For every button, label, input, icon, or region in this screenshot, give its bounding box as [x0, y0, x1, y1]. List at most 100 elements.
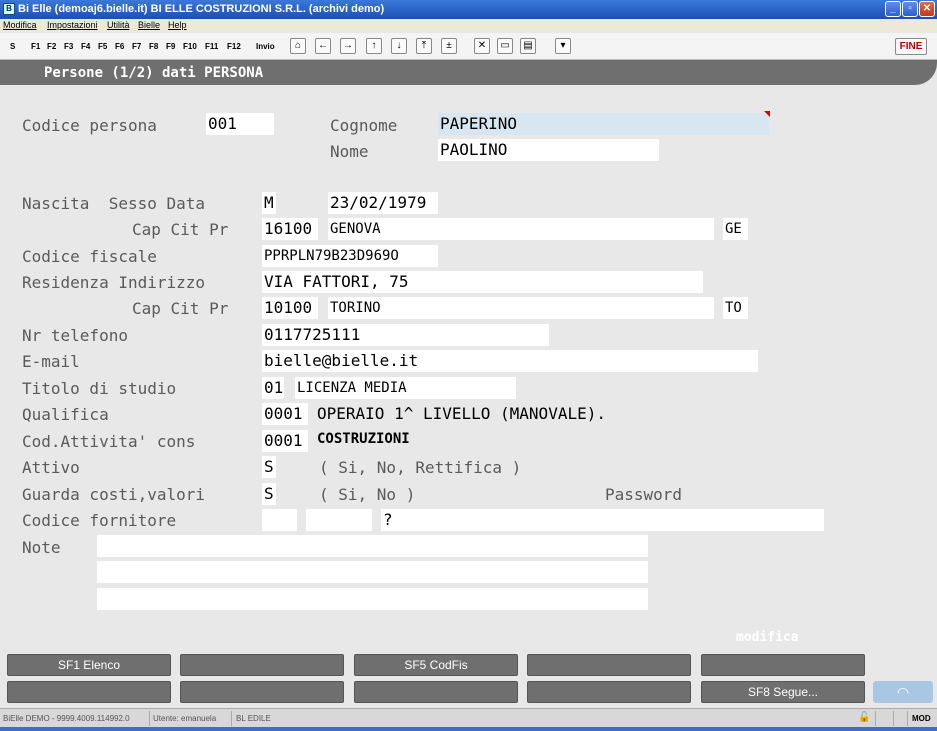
key-f12[interactable]: F12	[227, 42, 241, 51]
sesso-field[interactable]: M	[262, 192, 276, 214]
note-field-1[interactable]	[97, 535, 648, 557]
data-nascita-field[interactable]: 23/02/1979	[328, 192, 438, 214]
sf5-codfis-button[interactable]: SF5 CodFis	[354, 654, 518, 676]
nascita-citta-field[interactable]: GENOVA	[328, 218, 714, 240]
label-cognome: Cognome	[330, 116, 398, 135]
note-field-3[interactable]	[97, 588, 648, 610]
status-separator	[875, 711, 876, 726]
guarda-costi-field[interactable]: S	[262, 483, 276, 505]
plus-minus-icon[interactable]: ±	[441, 38, 457, 54]
menu-utilita[interactable]: Utilità	[107, 20, 130, 30]
fornitore-field-1[interactable]	[262, 509, 297, 531]
arrow-down-icon[interactable]: ↓	[391, 38, 407, 54]
key-f1[interactable]: F1	[31, 42, 40, 51]
key-f11[interactable]: F11	[205, 42, 218, 51]
titolo-codice-field[interactable]: 01	[262, 377, 284, 399]
attivita-codice-field[interactable]: 0001	[262, 430, 308, 452]
label-qualifica: Qualifica	[22, 405, 109, 424]
label-residenza-cap: Cap Cit Pr	[132, 299, 229, 318]
key-f6[interactable]: F6	[115, 42, 124, 51]
cognome-field[interactable]: PAPERINO	[438, 113, 769, 135]
function-button-r1-4[interactable]	[527, 654, 691, 676]
titolo-descr-field[interactable]: LICENZA MEDIA	[295, 377, 516, 399]
app-icon: B	[3, 3, 15, 15]
label-nascita: Nascita Sesso Data	[22, 194, 206, 213]
key-f4[interactable]: F4	[81, 42, 90, 51]
status-bar: BiElle DEMO - 9999.4009.114992.0 Utente:…	[0, 708, 937, 727]
key-f10[interactable]: F10	[183, 42, 197, 51]
gauge-icon[interactable]: ◠	[873, 681, 933, 703]
note-field-2[interactable]	[97, 561, 648, 583]
arrow-right-icon[interactable]: →	[340, 38, 356, 54]
key-f5[interactable]: F5	[98, 42, 107, 51]
menu-modifica[interactable]: Modifica	[3, 20, 37, 30]
key-invio[interactable]: Invio	[256, 42, 275, 51]
key-f7[interactable]: F7	[132, 42, 141, 51]
label-nome: Nome	[330, 142, 369, 161]
menu-bielle[interactable]: Bielle	[138, 20, 160, 30]
qualifica-codice-field[interactable]: 0001	[262, 403, 308, 425]
attivo-field[interactable]: S	[262, 456, 276, 478]
label-attivo: Attivo	[22, 458, 80, 477]
key-f9[interactable]: F9	[166, 42, 175, 51]
lock-icon: 🔓	[858, 712, 871, 723]
paste-icon[interactable]: ▤	[520, 38, 536, 54]
function-button-r2-4[interactable]	[527, 681, 691, 703]
menu-impostazioni[interactable]: Impostazioni	[47, 20, 98, 30]
menu-bar: Modifica Impostazioni Utilità Bielle Hel…	[0, 19, 937, 32]
residenza-pr-field[interactable]: TO	[723, 297, 748, 319]
label-codice-fiscale: Codice fiscale	[22, 247, 157, 266]
title-bar: B Bi Elle (demoaj6.bielle.it) BI ELLE CO…	[0, 0, 937, 19]
home-icon[interactable]: ⌂	[290, 38, 306, 54]
residenza-citta-field[interactable]: TORINO	[328, 297, 714, 319]
fornitore-field-2[interactable]	[306, 509, 372, 531]
codice-fiscale-field[interactable]: PPRPLN79B23D969O	[262, 245, 438, 267]
fornitore-field-3[interactable]: ?	[381, 509, 824, 531]
function-button-r2-2[interactable]	[180, 681, 344, 703]
first-record-icon[interactable]: ⤒	[416, 38, 432, 54]
hint-attivo: ( Si, No, Rettifica )	[319, 458, 522, 477]
status-module: BL EDILE	[236, 714, 271, 723]
maximize-icon[interactable]: ▫	[902, 1, 918, 17]
hint-guarda-costi: ( Si, No )	[319, 485, 416, 504]
nascita-cap-field[interactable]: 16100	[262, 218, 318, 240]
key-s[interactable]: S	[10, 42, 15, 51]
toolbar: S F1 F2 F3 F4 F5 F6 F7 F8 F9 F10 F11 F12…	[0, 33, 937, 60]
function-button-r1-2[interactable]	[180, 654, 344, 676]
key-f2[interactable]: F2	[47, 42, 56, 51]
function-button-r2-1[interactable]	[7, 681, 171, 703]
arrow-left-icon[interactable]: ←	[315, 38, 331, 54]
minimize-icon[interactable]: _	[885, 1, 901, 17]
label-guarda-costi: Guarda costi,valori	[22, 485, 206, 504]
codice-persona-field[interactable]: 001	[206, 113, 274, 135]
label-codice-persona: Codice persona	[22, 116, 157, 135]
error-marker-icon	[764, 111, 770, 117]
sf8-segue-button[interactable]: SF8 Segue...	[701, 681, 865, 703]
fine-button[interactable]: FINE	[895, 38, 927, 55]
status-mode: MOD	[912, 714, 931, 723]
telefono-field[interactable]: 0117725111	[262, 324, 549, 346]
nome-field[interactable]: PAOLINO	[438, 139, 659, 161]
email-field[interactable]: bielle@bielle.it	[262, 350, 758, 372]
window-title: Bi Elle (demoaj6.bielle.it) BI ELLE COST…	[18, 3, 385, 15]
sf1-elenco-button[interactable]: SF1 Elenco	[7, 654, 171, 676]
mode-label: modifica	[736, 630, 799, 645]
menu-help[interactable]: Help	[168, 20, 187, 30]
key-f3[interactable]: F3	[64, 42, 73, 51]
filter-icon[interactable]: ▾	[555, 38, 571, 54]
copy-icon[interactable]: ▭	[497, 38, 513, 54]
status-separator	[893, 711, 894, 726]
delete-icon[interactable]: ✕	[474, 38, 490, 54]
function-button-r2-3[interactable]	[354, 681, 518, 703]
label-residenza: Residenza Indirizzo	[22, 273, 206, 292]
arrow-up-icon[interactable]: ↑	[366, 38, 382, 54]
function-button-r1-5[interactable]	[701, 654, 865, 676]
nascita-pr-field[interactable]: GE	[723, 218, 748, 240]
label-password: Password	[605, 485, 683, 504]
label-nascita-cap: Cap Cit Pr	[132, 220, 229, 239]
indirizzo-field[interactable]: VIA FATTORI, 75	[262, 271, 703, 293]
close-icon[interactable]: ✕	[919, 1, 935, 17]
status-separator	[149, 711, 150, 726]
residenza-cap-field[interactable]: 10100	[262, 297, 318, 319]
key-f8[interactable]: F8	[149, 42, 158, 51]
